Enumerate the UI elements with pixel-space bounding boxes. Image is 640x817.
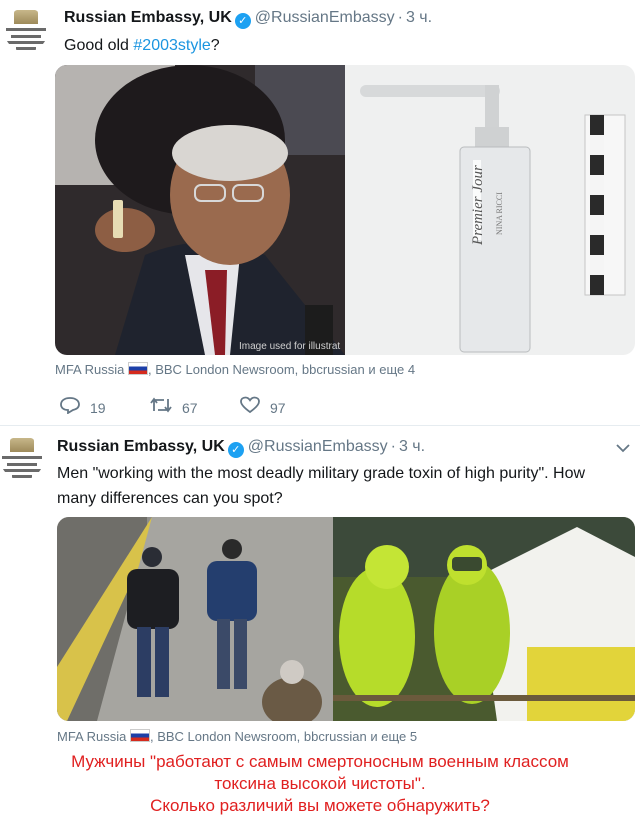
tagged-users[interactable]: MFA Russia , BBC London Newsroom, bbcrus…	[55, 362, 415, 377]
translation-line-2: токсина высокой чистоты".	[214, 774, 426, 793]
hashtag-link[interactable]: #2003style	[133, 37, 210, 54]
author-name[interactable]: Russian Embassy, UK	[57, 438, 225, 455]
vial-brand-text: NINA RICCI	[495, 192, 504, 235]
retweet-icon	[150, 396, 172, 419]
tweet-header: Russian Embassy, UK ✓ @RussianEmbassy · 3 ч.	[64, 9, 432, 29]
tagged-users[interactable]: MFA Russia , BBC London Newsroom, bbcrus…	[57, 729, 417, 744]
vial-brand-label: NINA RICCI	[495, 192, 504, 235]
media-photo-left	[57, 517, 635, 721]
reply-count: 19	[90, 399, 106, 416]
tagged-users-rest[interactable]: , BBC London Newsroom, bbcrussian и еще …	[150, 729, 417, 744]
retweet-button[interactable]: 67	[150, 396, 240, 419]
tweet-1: Russian Embassy, UK ✓ @RussianEmbassy · 3 ч.…	[0, 0, 640, 425]
author-handle[interactable]: @RussianEmbassy	[255, 9, 395, 26]
translation-line-1: Мужчины "работают с самым смертоносным в…	[71, 752, 569, 771]
russia-flag-icon	[129, 729, 150, 742]
verified-badge-icon: ✓	[227, 442, 244, 458]
tweet-header: Russian Embassy, UK ✓ @RussianEmbassy · 3 ч.	[57, 438, 425, 458]
like-count: 97	[270, 399, 286, 416]
like-button[interactable]: 97	[240, 396, 330, 419]
tweet-media[interactable]	[57, 517, 635, 721]
image-caption: Image used for illustrat	[239, 341, 341, 352]
tweet-text: Good old #2003style?	[64, 33, 220, 58]
reply-button[interactable]: 19	[60, 396, 150, 419]
vial-label: Premier Jour	[470, 165, 487, 245]
timestamp[interactable]: 3 ч.	[399, 438, 425, 455]
tagged-user-first[interactable]: MFA Russia	[57, 729, 126, 744]
tagged-user-first[interactable]: MFA Russia	[55, 362, 124, 377]
avatar[interactable]	[4, 8, 48, 52]
tweet-actions: 19 67 97	[60, 396, 330, 419]
tweet-2: Russian Embassy, UK ✓ @RussianEmbassy · 3 ч.…	[0, 425, 640, 816]
verified-badge-icon: ✓	[234, 13, 251, 29]
tagged-users-rest[interactable]: , BBC London Newsroom, bbcrussian и еще …	[148, 362, 415, 377]
avatar[interactable]	[0, 436, 44, 480]
heart-icon	[240, 396, 260, 419]
tweet-text-part: Good old	[64, 37, 134, 54]
translation-line-3: Сколько различий вы можете обнаружить?	[150, 796, 490, 815]
media-photo-right	[345, 65, 635, 355]
russia-flag-icon	[127, 362, 148, 375]
tweet-media[interactable]: Premier Jour NINA RICCI Image used for i…	[55, 65, 635, 355]
reply-icon	[60, 396, 80, 419]
separator-dot: ·	[397, 9, 403, 26]
separator-dot: ·	[390, 438, 396, 455]
tweet-text-part: ?	[210, 37, 220, 54]
tweet-text: Men "working with the most deadly milita…	[57, 465, 586, 507]
vial-product-text: Premier Jour	[470, 165, 486, 245]
timestamp[interactable]: 3 ч.	[406, 9, 432, 26]
retweet-count: 67	[182, 399, 198, 416]
author-handle[interactable]: @RussianEmbassy	[248, 438, 388, 455]
chevron-down-icon[interactable]	[616, 440, 630, 458]
author-name[interactable]: Russian Embassy, UK	[64, 9, 232, 26]
